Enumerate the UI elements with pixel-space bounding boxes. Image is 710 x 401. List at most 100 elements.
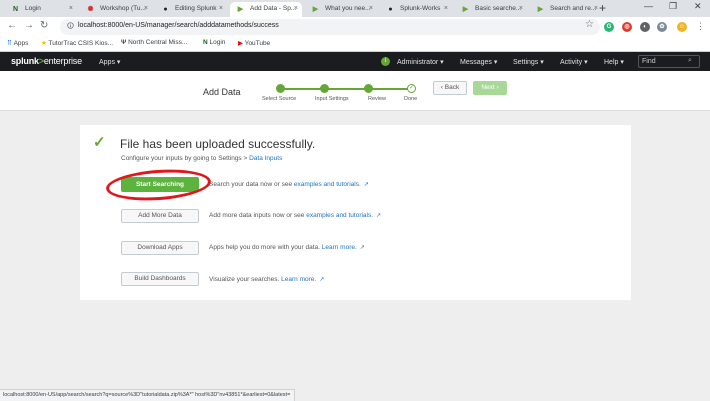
link-status-bar: localhost:8000/en-US/app/search/search?q…	[0, 389, 296, 401]
wizard-progress-line	[280, 88, 411, 90]
step-label: Done	[404, 96, 418, 102]
search-icon[interactable]: ⌕	[688, 57, 692, 65]
tab-favicon-icon: ●	[388, 6, 393, 13]
minimize-icon[interactable]: —	[644, 1, 653, 11]
browser-tab[interactable]: ▶ Add Data - Sp... ×	[230, 2, 302, 17]
profile-avatar[interactable]: ☺	[677, 22, 687, 32]
tab-favicon-icon: ▶	[237, 6, 244, 13]
user-menu[interactable]: Administrator ▾	[397, 58, 444, 66]
step-label: Review	[368, 96, 387, 102]
download-apps-button[interactable]: Download Apps	[121, 241, 199, 255]
tab-close-icon[interactable]: ×	[369, 2, 373, 16]
messages-menu[interactable]: Messages ▾	[460, 58, 497, 66]
find-placeholder: Find	[642, 58, 656, 65]
apps-grid-icon: ⠿	[7, 40, 12, 47]
url-text[interactable]: localhost:8000/en-US/manager/search/addd…	[78, 22, 279, 29]
tab-label: Search and re...	[550, 5, 597, 12]
star-icon: ★	[41, 40, 47, 47]
step-done-check-icon: ✓	[407, 84, 416, 93]
external-link-icon: ↗	[376, 213, 382, 219]
back-button[interactable]: ‹ Back	[433, 81, 467, 95]
tab-close-icon[interactable]: ×	[519, 2, 523, 16]
tab-close-icon[interactable]: ×	[69, 2, 73, 16]
external-link-icon: ↗	[363, 182, 369, 188]
browser-tab[interactable]: ▶ What you nee... ×	[305, 2, 377, 17]
browser-tab[interactable]: ● Editing Splunk ×	[155, 2, 227, 17]
apps-menu[interactable]: Apps ▾	[99, 58, 120, 66]
step-label: Input Settings	[315, 96, 349, 102]
tab-label: Login	[25, 5, 41, 12]
extension-icon[interactable]: ◐	[640, 22, 650, 32]
step-label: Select Source	[262, 96, 297, 102]
help-menu[interactable]: Help ▾	[604, 58, 624, 66]
tab-favicon-icon: ▶	[462, 6, 469, 13]
bookmark-north-central[interactable]: Ψ North Central Miss...	[121, 39, 187, 46]
learn-more-link[interactable]: Learn more.	[281, 276, 316, 283]
grammarly-extension-icon[interactable]: G	[604, 22, 614, 32]
browser-tab[interactable]: ▶ Search and re... ×	[530, 2, 602, 17]
tab-label: Workshop (Tu...	[100, 5, 146, 12]
next-button[interactable]: Next ›	[473, 81, 507, 95]
browser-tab[interactable]: ● Splunk-Works ×	[380, 2, 452, 17]
tab-label: Editing Splunk	[175, 5, 217, 12]
tab-close-icon[interactable]: ×	[294, 2, 298, 16]
check-icon: ✓	[93, 134, 106, 151]
data-inputs-link[interactable]: Data Inputs	[249, 155, 282, 162]
add-more-data-button[interactable]: Add More Data	[121, 209, 199, 223]
bookmark-star-icon[interactable]: ☆	[585, 19, 594, 30]
success-title: File has been uploaded successfully.	[120, 137, 316, 151]
step-dot-review	[364, 84, 373, 93]
bookmark-apps[interactable]: ⠿ Apps	[7, 39, 28, 47]
new-tab-button[interactable]: +	[599, 1, 606, 15]
info-icon[interactable]	[67, 21, 74, 30]
tab-label: Add Data - Sp...	[250, 5, 297, 12]
action-description: Visualize your searches. Learn more. ↗	[209, 276, 325, 283]
step-dot-select-source	[276, 84, 285, 93]
tab-favicon-icon: ●	[163, 6, 168, 13]
page-title: Add Data	[203, 87, 241, 97]
tab-favicon-icon: N	[12, 6, 19, 13]
tab-label: Splunk-Works	[400, 5, 441, 12]
bookmark-tutortrac[interactable]: ★ TutorTrac CSIS Kios...	[41, 39, 113, 47]
menu-kebab-icon[interactable]: ⋮	[696, 21, 705, 32]
extension-icon[interactable]: ✿	[657, 22, 667, 32]
reload-icon[interactable]: ↻	[40, 20, 48, 31]
browser-tab[interactable]: ✺ Workshop (Tu... ×	[80, 2, 152, 17]
browser-tab[interactable]: ▶ Basic searche... ×	[455, 2, 527, 17]
tab-close-icon[interactable]: ×	[444, 2, 448, 16]
tab-close-icon[interactable]: ×	[144, 2, 148, 16]
tab-close-icon[interactable]: ×	[219, 2, 223, 16]
external-link-icon: ↗	[359, 245, 365, 251]
tab-label: What you nee...	[325, 5, 371, 12]
tab-label: Basic searche...	[475, 5, 522, 12]
extension-icon[interactable]: ◎	[622, 22, 632, 32]
tab-favicon-icon: ▶	[537, 6, 544, 13]
health-status-icon[interactable]: i	[381, 57, 390, 66]
action-description: Search your data now or see examples and…	[209, 181, 369, 188]
youtube-icon: ▶	[238, 40, 243, 47]
tab-close-icon[interactable]: ×	[594, 2, 598, 16]
tab-favicon-icon: ▶	[312, 6, 319, 13]
examples-tutorials-link[interactable]: examples and tutorials.	[306, 212, 373, 219]
action-description: Add more data inputs now or see examples…	[209, 212, 382, 219]
step-dot-input-settings	[320, 84, 329, 93]
learn-more-link[interactable]: Learn more.	[322, 244, 357, 251]
bookmark-login[interactable]: N Login	[203, 39, 225, 46]
forward-arrow-icon[interactable]: →	[24, 20, 34, 31]
bookmark-youtube[interactable]: ▶ YouTube	[238, 39, 270, 47]
ncm-logo-icon: Ψ	[121, 39, 127, 46]
success-subtitle: Configure your inputs by going to Settin…	[121, 155, 283, 162]
maximize-icon[interactable]: ❐	[669, 1, 677, 12]
tab-favicon-icon: ✺	[87, 6, 94, 13]
activity-menu[interactable]: Activity ▾	[560, 58, 588, 66]
close-window-icon[interactable]: ✕	[694, 1, 702, 12]
examples-tutorials-link[interactable]: examples and tutorials.	[294, 181, 361, 188]
add-data-wizard-header	[0, 71, 710, 111]
splunk-logo[interactable]: splunk>enterprise	[11, 56, 82, 66]
settings-menu[interactable]: Settings ▾	[513, 58, 544, 66]
back-arrow-icon[interactable]: ←	[7, 20, 17, 31]
n-logo-icon: N	[203, 39, 208, 46]
action-description: Apps help you do more with your data. Le…	[209, 244, 365, 251]
build-dashboards-button[interactable]: Build Dashboards	[121, 272, 199, 286]
browser-tab[interactable]: N Login ×	[5, 2, 77, 17]
